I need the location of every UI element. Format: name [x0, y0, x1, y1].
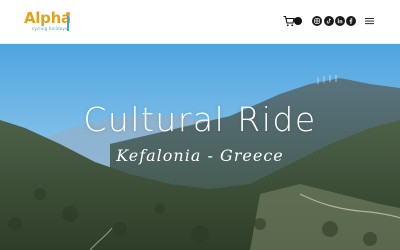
instagram-icon[interactable] — [312, 16, 322, 26]
hamburger-menu-icon[interactable] — [365, 17, 374, 25]
linkedin-icon[interactable] — [335, 16, 345, 26]
logo-tagline: cycling holidays — [32, 26, 68, 31]
site-header: Alpha cycling holidays — [0, 0, 400, 44]
logo[interactable]: Alpha cycling holidays — [24, 9, 72, 35]
logo-text: Alpha — [24, 9, 71, 27]
hero-subtitle: Kefalonia - Greece — [116, 146, 284, 165]
tiktok-icon[interactable] — [324, 16, 334, 26]
facebook-icon[interactable] — [346, 16, 356, 26]
hero-title: Cultural Ride — [83, 100, 317, 139]
cart-count-badge[interactable] — [294, 17, 302, 25]
logo-mark-icon — [66, 12, 70, 31]
